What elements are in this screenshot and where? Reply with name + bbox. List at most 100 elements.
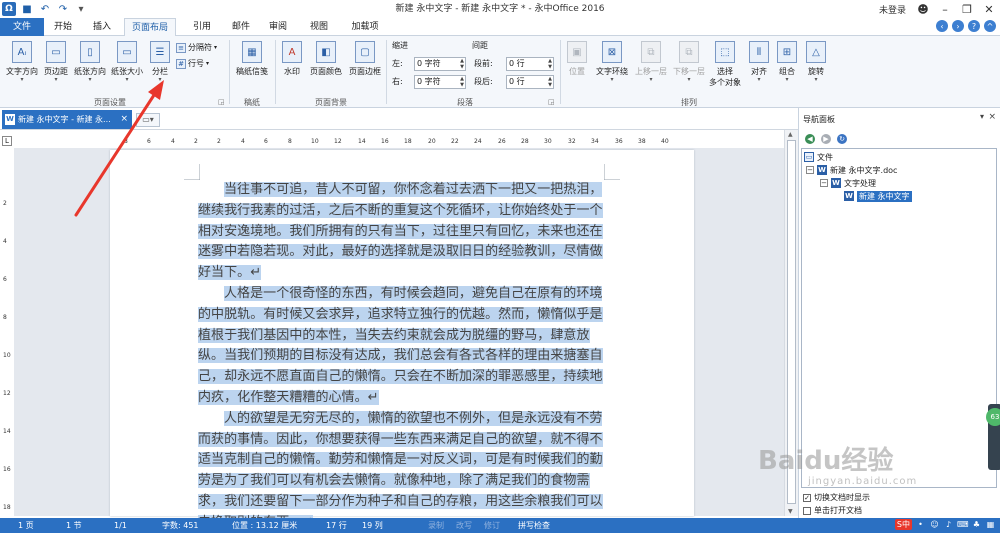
paragraph-text: 当往事不可追，昔人不可留，你怀念着过去洒下一把又一把热泪，继续我行我素的过活，之…	[198, 182, 603, 281]
rotate-button[interactable]: △ 旋转 ▾	[802, 41, 830, 83]
tree-folder[interactable]: − W 文字处理	[820, 177, 876, 189]
indent-right-input[interactable]: 0 字符 ▲ ▼	[414, 75, 466, 89]
paragraph[interactable]: 当往事不可追，昔人不可留，你怀念着过去洒下一把又一把热泪，继续我行我素的过活，之…	[198, 180, 606, 284]
paragraph-launcher-icon[interactable]: ◲	[548, 98, 555, 106]
user-icon[interactable]: ☻	[912, 0, 934, 18]
close-panel-icon[interactable]: ×	[988, 112, 996, 122]
nav-refresh-icon[interactable]: ↻	[837, 134, 847, 144]
document-tab[interactable]: W 新建 永中文字 - 新建 永... ×	[2, 110, 132, 129]
scroll-down-icon[interactable]: ▼	[788, 508, 793, 515]
new-doc-icon: ▭	[142, 115, 150, 124]
orientation-button[interactable]: ▯ 纸张方向 ▾	[72, 41, 108, 83]
paragraph[interactable]: 人格是一个很奇怪的东西，有时候会趋同，避免自己在原有的环境的中脱轨。有时候又会求…	[198, 284, 606, 409]
status-word-count[interactable]: 字数: 451	[162, 520, 199, 531]
ribbon-collapse-icon[interactable]: ^	[984, 20, 996, 32]
microphone-icon[interactable]: ♪	[943, 519, 954, 530]
wrap-text-button[interactable]: ⊠ 文字环绕 ▾	[592, 41, 632, 83]
tab-file[interactable]: 文件	[0, 18, 44, 36]
panel-menu-icon[interactable]: ▾	[980, 112, 984, 121]
spinner-icon[interactable]: ▲ ▼	[548, 58, 552, 70]
back-icon[interactable]: ‹	[936, 20, 948, 32]
collapse-icon[interactable]: −	[820, 179, 828, 187]
ruler-tick-label: 20	[428, 138, 436, 145]
tab-mail[interactable]: 邮件	[226, 18, 256, 36]
ruler-tick-label: 16	[381, 138, 389, 145]
tab-review[interactable]: 审阅	[262, 18, 294, 36]
page-color-icon: ◧	[316, 41, 336, 63]
nav-back-icon[interactable]: ◀	[805, 134, 815, 144]
page-color-button[interactable]: ◧ 页面颜色	[306, 41, 346, 77]
status-record[interactable]: 录制	[428, 520, 444, 531]
spinner-icon[interactable]: ▲ ▼	[548, 76, 552, 88]
tab-addon[interactable]: 加载项	[342, 18, 388, 36]
tree-item[interactable]: W 新建 永中文字	[844, 190, 912, 202]
columns-button[interactable]: ☰ 分栏 ▾	[148, 41, 172, 83]
tab-view[interactable]: 视图	[302, 18, 336, 36]
collapse-icon[interactable]: −	[806, 166, 814, 174]
emoji-icon[interactable]: ☺	[929, 519, 940, 530]
ime-indicator[interactable]: S中	[894, 519, 912, 530]
toolbox-icon[interactable]: ▦	[985, 519, 996, 530]
checkbox-checked[interactable]: ✓	[803, 493, 811, 502]
status-overwrite[interactable]: 改写	[456, 520, 472, 531]
horizontal-ruler[interactable]: 8 6 4 2 2 4 6 8 10 12 14 16 18 20 22 24 26 28 30 32 34 36 38 40	[110, 134, 694, 146]
tree-root[interactable]: ▭ 文件	[804, 151, 833, 163]
bring-forward-button[interactable]: ⧉ 上移一层 ▾	[632, 41, 670, 83]
restore-icon[interactable]: ❐	[956, 0, 978, 18]
document-body[interactable]: 当往事不可追，昔人不可留，你怀念着过去洒下一把又一把热泪，继续我行我素的过活，之…	[198, 180, 606, 533]
minimize-icon[interactable]: –	[934, 0, 956, 18]
status-spellcheck[interactable]: 拼写检查	[518, 520, 550, 531]
vertical-ruler[interactable]: 2 4 6 8 10 12 14 16 18	[2, 150, 12, 511]
tab-reference[interactable]: 引用	[182, 18, 222, 36]
text-direction-button[interactable]: Aᵢ 文字方向 ▾	[4, 41, 40, 83]
ruler-tick-label: 2	[3, 200, 7, 207]
side-widget-badge[interactable]: 63	[986, 408, 1000, 426]
ruler-tick-label: 24	[474, 138, 482, 145]
scroll-up-icon[interactable]: ▲	[788, 131, 793, 138]
indent-left-input[interactable]: 0 字符 ▲ ▼	[414, 57, 466, 71]
skin-icon[interactable]: ♣	[971, 519, 982, 530]
page-setup-launcher-icon[interactable]: ◲	[218, 98, 225, 106]
nav-forward-icon[interactable]: ▶	[821, 134, 831, 144]
paper-settings-button[interactable]: ▦ 稿纸信笺	[232, 41, 272, 77]
margins-button[interactable]: ▭ 页边距 ▾	[40, 41, 72, 83]
forward-icon[interactable]: ›	[952, 20, 964, 32]
punctuation-icon[interactable]: •	[915, 519, 926, 530]
align-button[interactable]: ⫴ 对齐 ▾	[746, 41, 772, 83]
new-tab-button[interactable]: ▭▾	[136, 113, 160, 127]
page-color-label: 页面颜色	[310, 67, 342, 76]
page-corner-mark	[604, 164, 620, 180]
tab-page-layout[interactable]: 页面布局	[124, 18, 176, 37]
group-button[interactable]: ⊞ 组合 ▾	[774, 41, 800, 83]
spacing-after-input[interactable]: 0 行 ▲ ▼	[506, 75, 554, 89]
keyboard-icon[interactable]: ⌨	[957, 519, 969, 530]
ruler-tick-label: 34	[591, 138, 599, 145]
select-multiple-button[interactable]: ⬚ 选择 多个对象	[708, 41, 742, 88]
tab-insert[interactable]: 插入	[82, 18, 122, 36]
ruler-tick-label: 14	[3, 428, 11, 435]
tab-start[interactable]: 开始	[46, 18, 80, 36]
breaks-button[interactable]: ≡ 分隔符 ▾	[176, 42, 217, 53]
bring-forward-icon: ⧉	[641, 41, 661, 63]
close-icon[interactable]: ✕	[978, 0, 1000, 18]
close-tab-icon[interactable]: ×	[120, 110, 128, 129]
tab-stop-selector[interactable]: L	[2, 136, 12, 146]
spacing-before-input[interactable]: 0 行 ▲ ▼	[506, 57, 554, 71]
watermark-button[interactable]: A 水印	[280, 41, 304, 77]
send-backward-button[interactable]: ⧉ 下移一层 ▾	[670, 41, 708, 83]
checkbox-unchecked[interactable]	[803, 506, 811, 515]
help-icon[interactable]: ?	[968, 20, 980, 32]
page-border-button[interactable]: ▢ 页面边框	[346, 41, 384, 77]
status-revise[interactable]: 修订	[484, 520, 500, 531]
paper-size-button[interactable]: ▭ 纸张大小 ▾	[108, 41, 146, 83]
word-doc-icon: W	[844, 191, 854, 201]
click-to-open-option[interactable]: 单击打开文档	[803, 505, 862, 516]
paragraph[interactable]: 人的欲望是无穷无尽的，懒惰的欲望也不例外，但是永远没有不劳而获的事情。因此，你想…	[198, 409, 606, 533]
line-numbers-button[interactable]: # 行号 ▾	[176, 58, 209, 69]
tree-doc[interactable]: − W 新建 永中文字.doc	[806, 164, 897, 176]
spinner-icon[interactable]: ▲ ▼	[460, 76, 464, 88]
position-button[interactable]: ▣ 位置	[564, 41, 590, 77]
login-status[interactable]: 未登录	[879, 3, 906, 16]
show-on-switch-option[interactable]: ✓ 切换文档时显示	[803, 492, 870, 503]
spinner-icon[interactable]: ▲ ▼	[460, 58, 464, 70]
